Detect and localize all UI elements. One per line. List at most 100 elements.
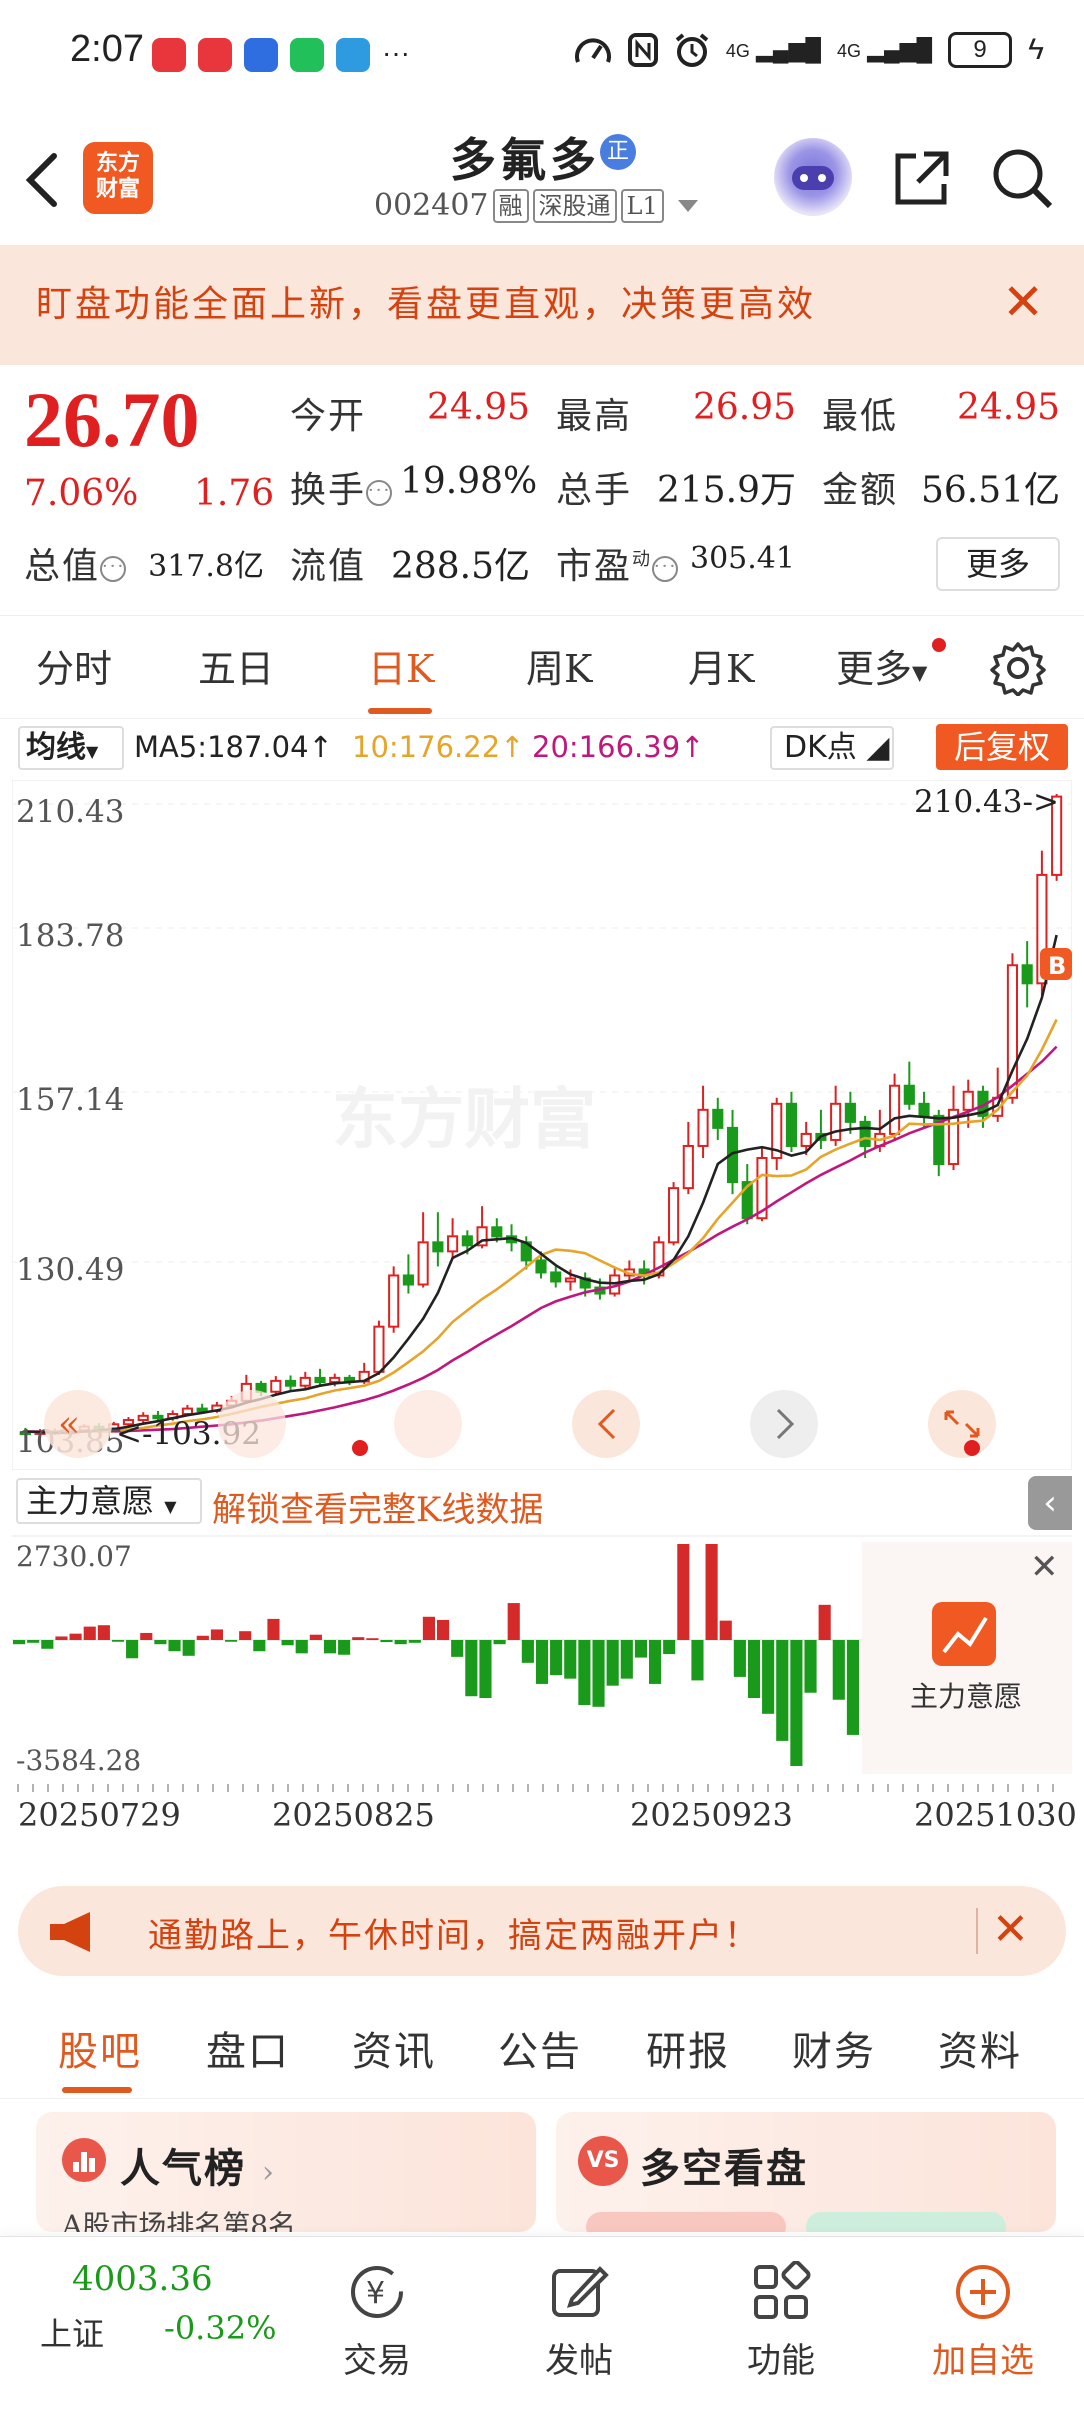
logo-text-1: 东方 xyxy=(95,151,140,176)
tab-daily-k[interactable]: 日K xyxy=(368,638,434,693)
indicator-max: 2730.07 xyxy=(16,1540,132,1573)
double-chevron-left-icon: « xyxy=(58,1404,80,1445)
candle-body xyxy=(388,1274,400,1328)
main-force-bar xyxy=(677,1544,690,1640)
back-button[interactable] xyxy=(22,150,62,219)
recorder-app-icon xyxy=(198,38,232,72)
unlock-link[interactable]: 解锁查看完整K线数据 xyxy=(212,1482,543,1531)
candle-body xyxy=(373,1325,385,1373)
ma-selector[interactable]: 均线▼ xyxy=(18,726,124,770)
gear-icon[interactable] xyxy=(990,640,1046,696)
open-label: 今开 xyxy=(290,396,367,437)
tab-research[interactable]: 研报 xyxy=(646,2019,730,2077)
index-value[interactable]: 4003.36 xyxy=(72,2259,213,2299)
main-force-chart[interactable]: 2730.07 -3584.28 ✕ 主力意愿 xyxy=(12,1534,1072,1774)
adjust-button[interactable]: 后复权 xyxy=(936,724,1068,770)
candle-body xyxy=(432,1241,444,1253)
share-icon[interactable] xyxy=(888,146,954,212)
logo-text-2: 财富 xyxy=(95,177,140,202)
bottom-nav-bar: 4003.36 上证 -0.32% ¥ 交易 发帖 功能 加自选 xyxy=(0,2236,1084,2412)
candle-body xyxy=(668,1187,680,1244)
close-icon[interactable]: ✕ xyxy=(1030,1547,1059,1587)
candle-body xyxy=(447,1235,459,1253)
nav-post[interactable]: 发帖 xyxy=(524,2261,634,2382)
nav-functions[interactable]: 功能 xyxy=(726,2261,836,2382)
ranking-icon xyxy=(62,2138,106,2182)
nav-add-watchlist[interactable]: 加自选 xyxy=(928,2261,1038,2382)
signal-2-icon: 4G ▂▄▆█ xyxy=(836,37,933,62)
info-icon[interactable]: ··· xyxy=(652,556,679,582)
trade-icon: ¥ xyxy=(351,2266,403,2318)
tab-announcements[interactable]: 公告 xyxy=(498,2019,582,2077)
popularity-card[interactable]: 人气榜 › A股市场排名第8名 xyxy=(36,2112,536,2232)
main-force-bar xyxy=(239,1631,252,1640)
close-icon[interactable]: ✕ xyxy=(1002,277,1044,327)
info-icon[interactable]: ··· xyxy=(100,556,127,582)
candle-body xyxy=(830,1102,842,1141)
collapse-panel-button[interactable]: ‹ xyxy=(1028,1476,1072,1530)
candle-body xyxy=(535,1259,547,1274)
main-force-bar xyxy=(578,1639,591,1706)
main-force-bar xyxy=(832,1639,845,1700)
tab-forum[interactable]: 股吧 xyxy=(58,2019,142,2077)
next-button[interactable] xyxy=(750,1390,818,1458)
amount-label: 金额 xyxy=(822,470,899,511)
nav-trade[interactable]: ¥ 交易 xyxy=(322,2261,432,2382)
mktcap-label: 总值 ··· xyxy=(24,546,127,587)
tab-financials[interactable]: 财务 xyxy=(792,2019,876,2077)
prev-button[interactable] xyxy=(572,1390,640,1458)
indicator-min: -3584.28 xyxy=(16,1744,141,1774)
main-force-bar xyxy=(225,1639,238,1642)
candlestick-chart[interactable]: 东方财富 210.43 183.78 157.14 130.49 103.85 … xyxy=(12,780,1072,1470)
chevron-left-icon xyxy=(25,153,57,207)
stock-code-row[interactable]: 002407 融 深股通 L1 xyxy=(374,188,698,223)
candle-body xyxy=(712,1108,724,1129)
float-label: 流值 xyxy=(290,546,367,587)
main-force-bar xyxy=(83,1626,96,1640)
promo-banner[interactable]: 通勤路上，午休时间，搞定两融开户！ ✕ xyxy=(18,1886,1066,1976)
ma10-value: 10:176.22↑ xyxy=(352,730,525,764)
tab-weekly-k[interactable]: 周K xyxy=(526,638,592,693)
close-icon[interactable]: ✕ xyxy=(992,1904,1029,1955)
indicator-selector[interactable]: 主力意愿 ▼ xyxy=(16,1478,202,1524)
watermark: 东方财富 xyxy=(332,1081,596,1158)
stock-header: 东方 财富 多氟多 正 002407 融 深股通 L1 xyxy=(0,110,1084,245)
tab-orderbook[interactable]: 盘口 xyxy=(206,2019,290,2077)
dk-points-selector[interactable]: DK点 ◢ xyxy=(770,726,894,770)
tab-more[interactable]: 更多▼ xyxy=(836,638,927,693)
bull-bar[interactable] xyxy=(586,2212,786,2232)
high-price-marker: 210.43-> xyxy=(914,784,1059,820)
long-short-title: 多空看盘 xyxy=(640,2145,808,2192)
zoom-in-button[interactable] xyxy=(394,1390,462,1458)
main-force-bar xyxy=(592,1639,605,1707)
main-force-icon[interactable] xyxy=(932,1602,996,1666)
main-force-bar xyxy=(776,1639,789,1741)
tab-five-day[interactable]: 五日 xyxy=(198,638,274,693)
candle-body xyxy=(314,1376,326,1384)
tab-news[interactable]: 资讯 xyxy=(352,2019,436,2077)
fullscreen-button[interactable] xyxy=(928,1390,996,1458)
tab-profile[interactable]: 资料 xyxy=(938,2019,1022,2077)
main-force-bar xyxy=(507,1603,520,1640)
index-name[interactable]: 上证 xyxy=(40,2309,104,2355)
ai-assistant-avatar[interactable] xyxy=(774,138,852,216)
search-icon[interactable] xyxy=(990,146,1056,212)
info-icon[interactable]: ··· xyxy=(366,480,393,506)
candle-body xyxy=(550,1271,562,1283)
more-button[interactable]: 更多 xyxy=(936,537,1060,591)
main-force-bar xyxy=(196,1635,209,1640)
bear-bar[interactable] xyxy=(806,2212,1006,2232)
main-force-bar xyxy=(804,1639,817,1693)
nav-trade-label: 交易 xyxy=(343,2341,411,2381)
huawei-app-icon xyxy=(152,38,186,72)
zoom-out-button[interactable] xyxy=(218,1390,286,1458)
edit-icon xyxy=(552,2266,609,2317)
index-change[interactable]: -0.32% xyxy=(164,2309,276,2347)
tab-monthly-k[interactable]: 月K xyxy=(688,638,754,693)
main-force-bar xyxy=(126,1639,139,1659)
charging-icon: ϟ xyxy=(1028,33,1044,66)
long-short-card[interactable]: VS 多空看盘 xyxy=(556,2112,1056,2232)
y-tick-3: 157.14 xyxy=(16,1082,124,1118)
notice-banner[interactable]: 盯盘功能全面上新，看盘更直观，决策更高效 ✕ xyxy=(0,245,1084,365)
tab-intraday[interactable]: 分时 xyxy=(36,638,112,693)
